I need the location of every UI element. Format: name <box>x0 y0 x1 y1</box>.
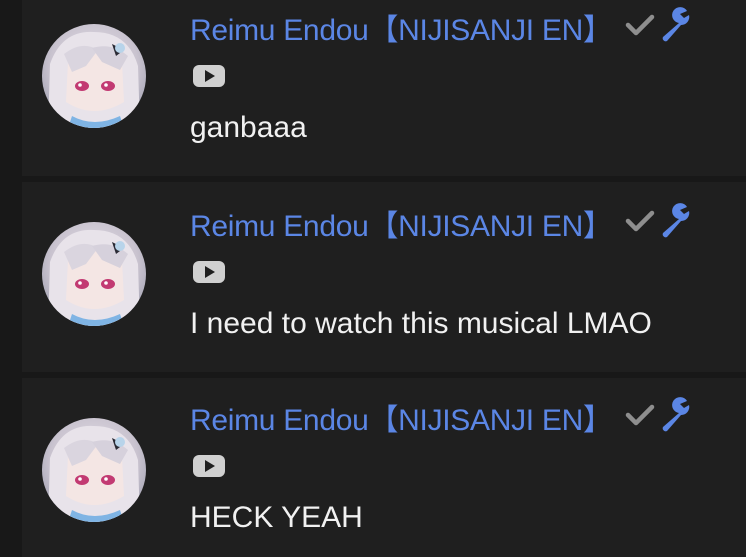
check-icon <box>625 209 655 238</box>
avatar[interactable] <box>42 418 146 522</box>
author-row: Reimu Endou【NIJISANJI EN】 <box>190 201 691 245</box>
youtube-icon <box>192 454 226 478</box>
youtube-icon <box>192 260 226 284</box>
author-name[interactable]: Reimu Endou【NIJISANJI EN】 <box>190 395 613 439</box>
author-row: Reimu Endou【NIJISANJI EN】 <box>190 5 691 49</box>
message-text: ganbaaa <box>190 111 307 144</box>
check-icon <box>625 13 655 42</box>
author-name[interactable]: Reimu Endou【NIJISANJI EN】 <box>190 5 613 49</box>
avatar[interactable] <box>42 24 146 128</box>
chat-message: Reimu Endou【NIJISANJI EN】 I need to watc… <box>22 182 746 372</box>
check-icon <box>625 403 655 432</box>
message-text: I need to watch this musical LMAO <box>190 307 652 340</box>
wrench-icon <box>659 396 691 438</box>
avatar[interactable] <box>42 222 146 326</box>
author-row: Reimu Endou【NIJISANJI EN】 <box>190 395 691 439</box>
youtube-icon <box>192 64 226 88</box>
chat-message: Reimu Endou【NIJISANJI EN】 HECK YEAH <box>22 378 746 557</box>
wrench-icon <box>659 202 691 244</box>
chat-feed: Reimu Endou【NIJISANJI EN】 ganbaaa Reimu … <box>0 0 746 557</box>
chat-message: Reimu Endou【NIJISANJI EN】 ganbaaa <box>22 0 746 176</box>
message-text: HECK YEAH <box>190 501 363 534</box>
author-name[interactable]: Reimu Endou【NIJISANJI EN】 <box>190 201 613 245</box>
wrench-icon <box>659 6 691 48</box>
